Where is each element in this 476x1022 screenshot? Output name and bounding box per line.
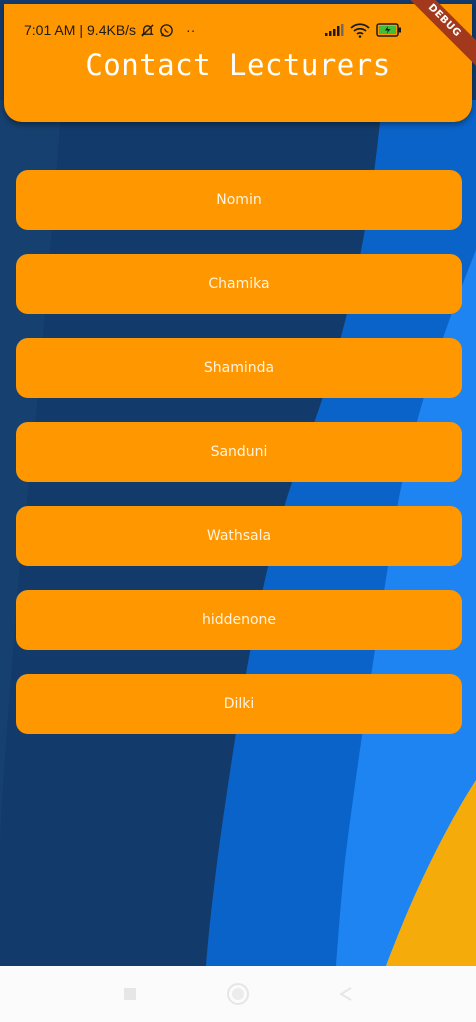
battery-icon (376, 23, 402, 37)
lecturer-button-dilki[interactable]: Dilki (16, 674, 462, 734)
system-nav-bar (0, 966, 476, 1022)
lecturer-button-shaminda[interactable]: Shaminda (16, 338, 462, 398)
lecturer-button-nomin[interactable]: Nomin (16, 170, 462, 230)
app-bar: 7:01 AM | 9.4KB/s ·· Contact Lecturers (4, 4, 472, 122)
whatsapp-icon (159, 23, 174, 38)
lecturer-button-hiddenone[interactable]: hiddenone (16, 590, 462, 650)
lecturer-list: Nomin Chamika Shaminda Sanduni Wathsala … (16, 170, 462, 758)
recents-icon[interactable] (115, 979, 145, 1009)
status-separator: | (79, 22, 84, 38)
home-icon[interactable] (223, 979, 253, 1009)
status-time: 7:01 AM (24, 22, 76, 38)
mute-icon (140, 23, 155, 38)
status-right (324, 22, 402, 38)
app-screen: 7:01 AM | 9.4KB/s ·· Contact Lecturers D… (0, 0, 476, 1022)
signal-icon (324, 23, 344, 37)
status-speed: 9.4KB/s (87, 22, 137, 38)
status-more: ·· (186, 22, 196, 38)
lecturer-button-sanduni[interactable]: Sanduni (16, 422, 462, 482)
wifi-icon (350, 22, 370, 38)
back-icon[interactable] (331, 979, 361, 1009)
lecturer-button-chamika[interactable]: Chamika (16, 254, 462, 314)
page-title: Contact Lecturers (85, 48, 391, 82)
lecturer-button-wathsala[interactable]: Wathsala (16, 506, 462, 566)
status-bar: 7:01 AM | 9.4KB/s ·· (24, 18, 402, 42)
status-left: 7:01 AM | 9.4KB/s ·· (24, 22, 195, 38)
